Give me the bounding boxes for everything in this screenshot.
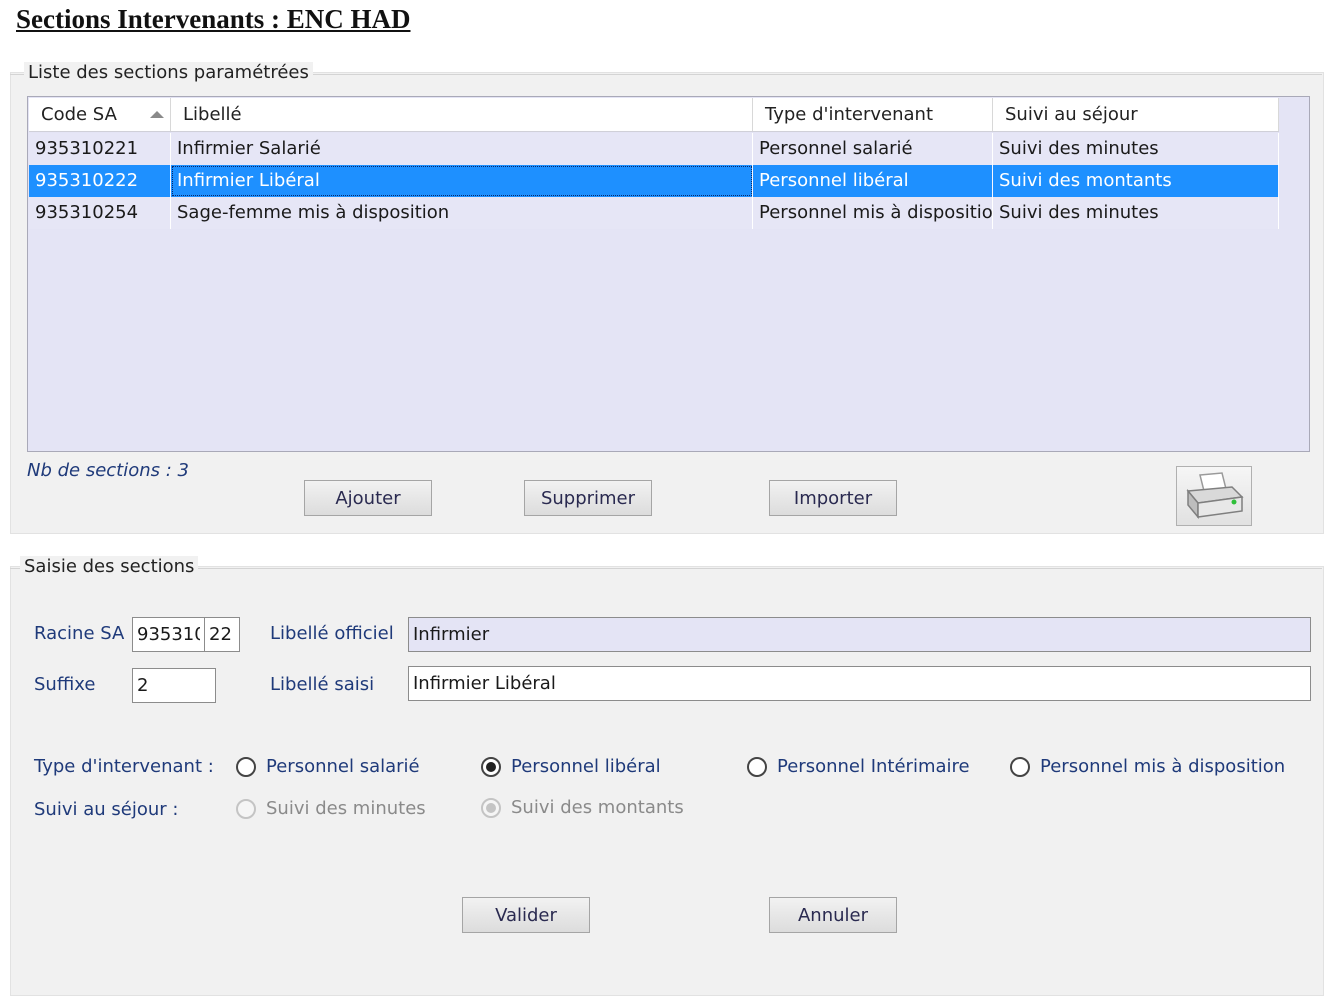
grid-header: Code SA Libellé Type d'intervenant Suivi… (29, 98, 1279, 132)
cell-type: Personnel mis à disposition (753, 197, 993, 229)
column-header-suivi[interactable]: Suivi au séjour (993, 98, 1279, 131)
table-row[interactable]: 935310254 Sage-femme mis à disposition P… (29, 197, 1279, 229)
edit-group-legend: Saisie des sections (20, 556, 199, 577)
column-header-label: Code SA (41, 104, 117, 125)
column-header-libelle[interactable]: Libellé (171, 98, 753, 131)
radio-label: Personnel libéral (511, 756, 661, 777)
radio-personnel-salarie[interactable]: Personnel salarié (236, 756, 420, 777)
libelle-saisi-input[interactable] (408, 666, 1311, 701)
validate-button[interactable]: Valider (462, 897, 590, 933)
libelle-officiel-input[interactable] (408, 617, 1311, 652)
radio-personnel-liberal[interactable]: Personnel libéral (481, 756, 661, 777)
radio-button[interactable] (481, 797, 501, 818)
radio-label: Personnel mis à disposition (1040, 756, 1286, 777)
cell-suivi: Suivi des minutes (993, 197, 1279, 229)
sections-grid[interactable]: Code SA Libellé Type d'intervenant Suivi… (27, 96, 1310, 452)
radio-button[interactable] (481, 756, 501, 777)
cell-libelle: Infirmier Salarié (171, 133, 753, 165)
suffixe-input[interactable] (132, 668, 216, 703)
libelle-saisi-label: Libellé saisi (270, 674, 375, 695)
radio-suivi-minutes[interactable]: Suivi des minutes (236, 798, 426, 819)
cancel-button[interactable]: Annuler (769, 897, 897, 933)
radio-suivi-montants[interactable]: Suivi des montants (481, 797, 684, 818)
table-row-selected[interactable]: 935310222 Infirmier Libéral Personnel li… (29, 165, 1279, 197)
cell-code: 935310222 (29, 165, 171, 197)
cell-suivi: Suivi des minutes (993, 133, 1279, 165)
sort-ascending-icon (150, 111, 164, 118)
libelle-officiel-label: Libellé officiel (270, 623, 394, 644)
table-row[interactable]: 935310221 Infirmier Salarié Personnel sa… (29, 133, 1279, 165)
radio-label: Suivi des montants (511, 797, 684, 818)
type-intervenant-label: Type d'intervenant : (34, 756, 214, 777)
cell-libelle: Infirmier Libéral (171, 165, 753, 197)
radio-personnel-mis-a-disposition[interactable]: Personnel mis à disposition (1010, 756, 1285, 777)
radio-label: Personnel salarié (266, 756, 420, 777)
cell-code: 935310221 (29, 133, 171, 165)
suffixe-label: Suffixe (34, 674, 96, 695)
radio-label: Suivi des minutes (266, 798, 426, 819)
radio-button[interactable] (747, 756, 767, 777)
radio-button[interactable] (1010, 756, 1030, 777)
sections-count: Nb de sections : 3 (27, 460, 189, 481)
cell-code: 935310254 (29, 197, 171, 229)
edit-group-line (10, 568, 1322, 569)
print-button[interactable] (1176, 466, 1252, 526)
racine-suffix-input[interactable] (204, 617, 240, 652)
suivi-sejour-label: Suivi au séjour : (34, 799, 179, 820)
column-header-type[interactable]: Type d'intervenant (753, 98, 993, 131)
import-button[interactable]: Importer (769, 480, 897, 516)
delete-button[interactable]: Supprimer (524, 480, 652, 516)
radio-button[interactable] (236, 756, 256, 777)
printer-icon (1186, 472, 1244, 520)
radio-label: Personnel Intérimaire (777, 756, 970, 777)
column-header-code[interactable]: Code SA (29, 98, 171, 131)
add-button[interactable]: Ajouter (304, 480, 432, 516)
cell-type: Personnel libéral (753, 165, 993, 197)
page-title: Sections Intervenants : ENC HAD (16, 4, 411, 34)
radio-button[interactable] (236, 798, 256, 819)
list-group-legend: Liste des sections paramétrées (24, 62, 313, 83)
radio-personnel-interimaire[interactable]: Personnel Intérimaire (747, 756, 970, 777)
cell-suivi: Suivi des montants (993, 165, 1279, 197)
cell-type: Personnel salarié (753, 133, 993, 165)
racine-input[interactable] (132, 617, 205, 652)
cell-libelle: Sage-femme mis à disposition (171, 197, 753, 229)
racine-label: Racine SA (34, 623, 125, 644)
